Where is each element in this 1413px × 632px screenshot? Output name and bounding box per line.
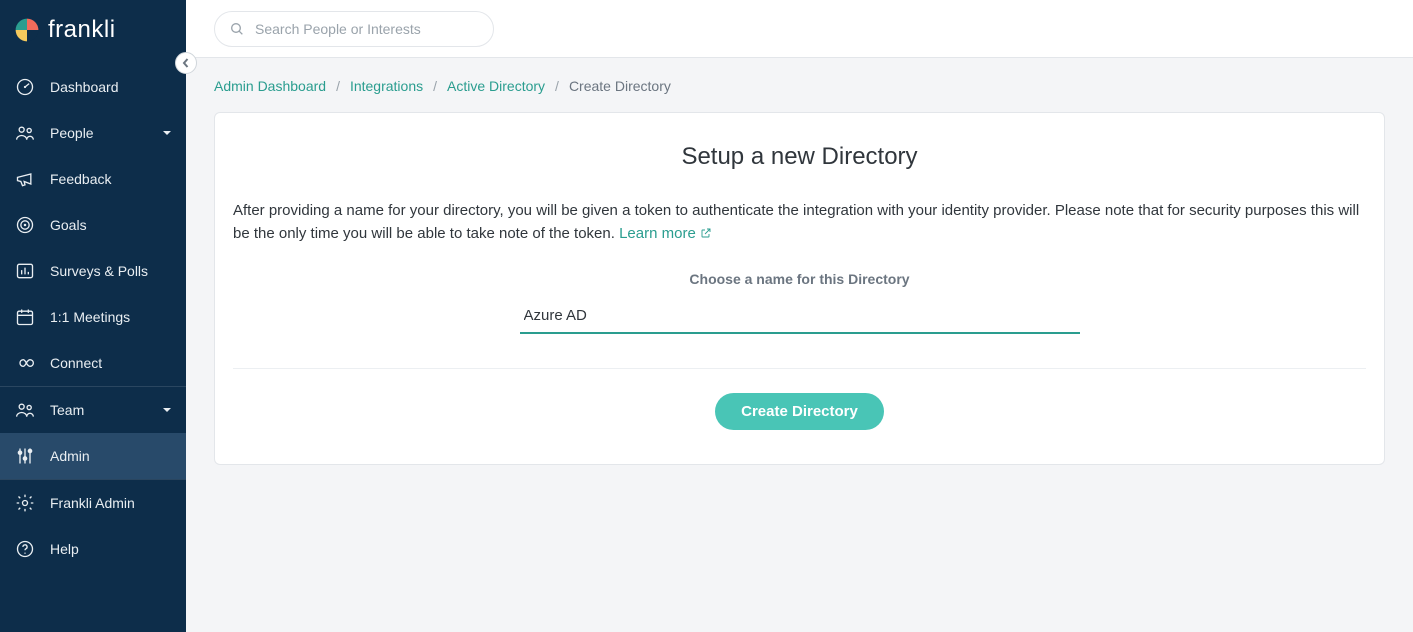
chevron-down-icon (162, 402, 172, 418)
sidebar-item-team[interactable]: Team (0, 387, 186, 433)
global-search[interactable] (214, 11, 494, 47)
breadcrumb-separator: / (336, 78, 340, 94)
sidebar-item-label: Connect (50, 355, 172, 371)
field-label: Choose a name for this Directory (520, 271, 1080, 287)
sidebar-item-people[interactable]: People (0, 110, 186, 156)
sidebar-item-label: Frankli Admin (50, 495, 172, 511)
brand-logo-icon (14, 17, 40, 43)
chevron-left-icon (181, 58, 191, 68)
megaphone-icon (14, 168, 36, 190)
chevron-down-icon (162, 125, 172, 141)
sidebar-item-surveys[interactable]: Surveys & Polls (0, 248, 186, 294)
divider (233, 368, 1366, 369)
sidebar-item-label: Team (50, 402, 148, 418)
directory-name-field: Choose a name for this Directory (520, 271, 1080, 334)
gauge-icon (14, 76, 36, 98)
sidebar-item-help[interactable]: Help (0, 526, 186, 572)
people-icon (14, 122, 36, 144)
brand-name: frankli (48, 16, 116, 44)
breadcrumb-link[interactable]: Integrations (350, 78, 423, 94)
search-input[interactable] (255, 21, 479, 37)
breadcrumb: Admin Dashboard / Integrations / Active … (214, 78, 1385, 94)
calendar-icon (14, 306, 36, 328)
page-description: After providing a name for your director… (233, 199, 1366, 247)
directory-name-input[interactable] (520, 301, 1080, 334)
search-icon (229, 21, 245, 37)
sidebar-item-label: Feedback (50, 171, 172, 187)
sliders-icon (14, 445, 36, 467)
chart-icon (14, 260, 36, 282)
sidebar-item-admin[interactable]: Admin (0, 433, 186, 479)
sidebar: frankli Dashboard People Feedback G (0, 0, 186, 632)
sidebar-item-label: Surveys & Polls (50, 263, 172, 279)
help-icon (14, 538, 36, 560)
breadcrumb-separator: / (433, 78, 437, 94)
sidebar-item-label: People (50, 125, 148, 141)
gear-icon (14, 492, 36, 514)
sidebar-item-connect[interactable]: Connect (0, 340, 186, 386)
create-directory-button[interactable]: Create Directory (715, 393, 884, 430)
sidebar-item-meetings[interactable]: 1:1 Meetings (0, 294, 186, 340)
sidebar-item-label: Dashboard (50, 79, 172, 95)
create-directory-card: Setup a new Directory After providing a … (214, 112, 1385, 465)
description-text: After providing a name for your director… (233, 202, 1359, 242)
sidebar-collapse-toggle[interactable] (175, 52, 197, 74)
sidebar-item-feedback[interactable]: Feedback (0, 156, 186, 202)
target-icon (14, 214, 36, 236)
team-icon (14, 399, 36, 421)
breadcrumb-link[interactable]: Admin Dashboard (214, 78, 326, 94)
content: Admin Dashboard / Integrations / Active … (186, 58, 1413, 505)
brand[interactable]: frankli (0, 0, 186, 64)
sidebar-item-label: Admin (50, 448, 172, 464)
breadcrumb-current: Create Directory (569, 78, 671, 94)
action-row: Create Directory (233, 393, 1366, 430)
infinity-icon (14, 352, 36, 374)
sidebar-nav: Dashboard People Feedback Goals Surve (0, 64, 186, 572)
learn-more-link[interactable]: Learn more (619, 225, 712, 242)
sidebar-item-label: Goals (50, 217, 172, 233)
page-title: Setup a new Directory (233, 143, 1366, 171)
main: Admin Dashboard / Integrations / Active … (186, 0, 1413, 632)
sidebar-item-label: Help (50, 541, 172, 557)
sidebar-item-frankli-admin[interactable]: Frankli Admin (0, 480, 186, 526)
sidebar-item-dashboard[interactable]: Dashboard (0, 64, 186, 110)
sidebar-item-goals[interactable]: Goals (0, 202, 186, 248)
external-link-icon (700, 223, 712, 246)
breadcrumb-link[interactable]: Active Directory (447, 78, 545, 94)
breadcrumb-separator: / (555, 78, 559, 94)
topbar (186, 0, 1413, 58)
sidebar-item-label: 1:1 Meetings (50, 309, 172, 325)
